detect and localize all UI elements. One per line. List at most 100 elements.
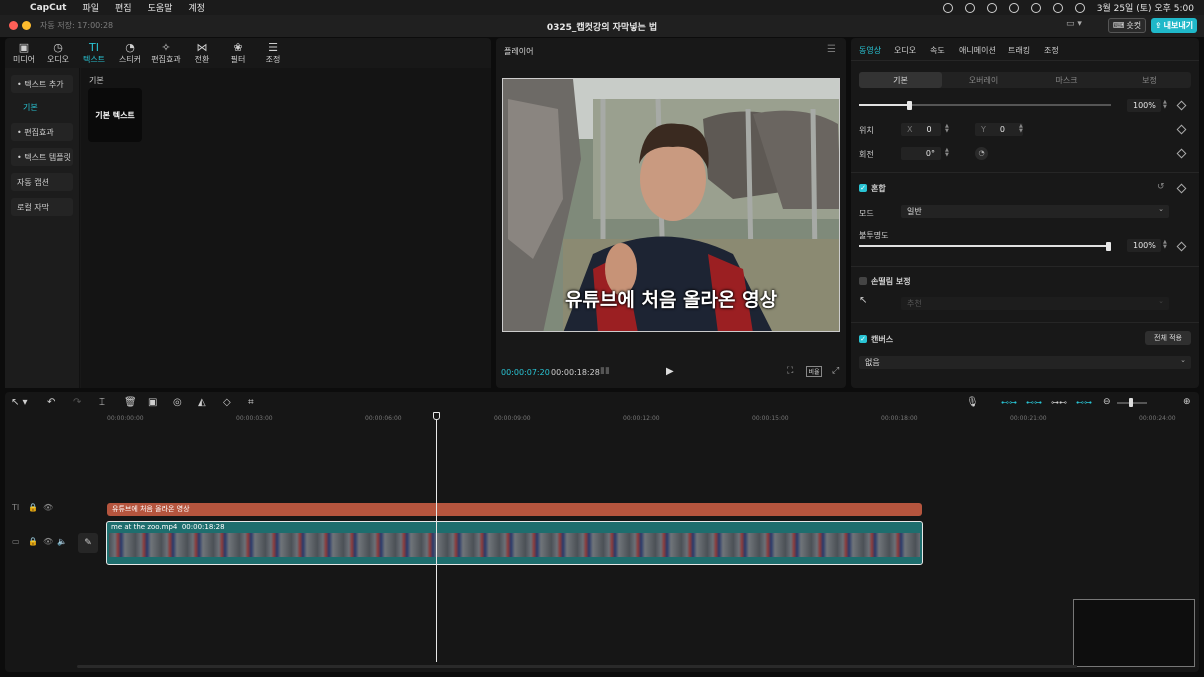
sidebar-item-add-text[interactable]: • 텍스트 추가 (11, 75, 73, 93)
tab-video[interactable]: 동영상 (859, 45, 881, 56)
reset-icon[interactable]: ↺ (1157, 182, 1165, 192)
auto-snap-icon[interactable]: ⊷⊶ (1026, 398, 1042, 407)
video-clip[interactable]: me at the zoo.mp4 00:00:18:28 (106, 521, 923, 565)
link-icon[interactable]: ⊶⊷ (1051, 398, 1067, 407)
rotation-stepper[interactable]: ▲ ▼ (945, 148, 949, 158)
canvas-select[interactable]: 없음 ⌄ (859, 356, 1191, 369)
tab-filter[interactable]: ❀ 필터 (221, 41, 255, 65)
opacity-value-field[interactable]: 100% (1127, 239, 1161, 252)
eye-icon[interactable]: 👁 (43, 537, 53, 546)
opacity-slider-handle[interactable] (1106, 242, 1111, 251)
timeline-scrollbar[interactable] (77, 665, 1077, 668)
playhead-handle[interactable] (433, 412, 440, 420)
menu-help[interactable]: 도움말 (148, 1, 173, 14)
scale-keyframe-icon[interactable] (1176, 100, 1187, 111)
edit-cover-button[interactable]: ✎ (78, 533, 98, 553)
eye-icon[interactable]: 👁 (43, 503, 53, 512)
position-keyframe-icon[interactable] (1176, 124, 1187, 135)
split-icon[interactable]: ⌶ (99, 397, 105, 408)
snapshot-icon[interactable]: ⛶ (787, 366, 793, 376)
redo-icon[interactable]: ↷ (73, 397, 81, 408)
reverse-icon[interactable]: ◎ (173, 397, 182, 408)
shortcut-button[interactable]: ⌨ 숏컷 (1108, 18, 1146, 33)
rotate-icon[interactable]: ◇ (223, 397, 231, 408)
shield-icon[interactable] (986, 2, 997, 13)
sidebar-item-auto-caption[interactable]: 자동 캡션 (11, 173, 73, 191)
blend-keyframe-icon[interactable] (1176, 183, 1187, 194)
stabilize-level-select[interactable]: 추천 ⌄ (901, 297, 1169, 310)
record-icon[interactable] (942, 2, 953, 13)
menu-account[interactable]: 계정 (188, 1, 205, 14)
timeline-ruler[interactable]: 00:00:00:00 00:00:03:00 00:00:06:00 00:0… (77, 412, 1199, 426)
default-text-card[interactable]: 기본 텍스트 (88, 88, 142, 142)
lock-icon[interactable]: 🔒 (28, 503, 38, 512)
tab-effects[interactable]: ✧ 편집효과 (149, 41, 183, 65)
freeze-icon[interactable]: ▣ (148, 397, 157, 408)
microphone-icon[interactable]: 🎙 (966, 397, 979, 408)
subtab-basic[interactable]: 기본 (859, 72, 942, 88)
position-x-field[interactable]: X 0 (901, 123, 941, 136)
blend-mode-select[interactable]: 일반 ⌄ (901, 205, 1169, 218)
tab-inspector-adjust[interactable]: 조정 (1044, 45, 1059, 56)
export-button[interactable]: ⇪ 내보내기 (1151, 18, 1197, 33)
tab-speed[interactable]: 속도 (930, 45, 945, 56)
tab-sticker[interactable]: ◔ 스티커 (113, 41, 147, 65)
tab-tracking[interactable]: 트래킹 (1008, 45, 1030, 56)
aspect-ratio-button[interactable]: 비율 (806, 366, 822, 377)
speaker-icon[interactable]: 🔈 (57, 537, 67, 546)
canvas-checkbox[interactable]: ✓ (859, 335, 867, 343)
menu-icon[interactable]: ☰ (827, 44, 836, 55)
rotation-field[interactable]: 0° (901, 147, 941, 160)
sidebar-item-templates[interactable]: • 텍스트 템플릿 (11, 148, 73, 166)
select-tool-icon[interactable]: ↖ ▾ (11, 397, 28, 408)
playhead-line[interactable] (436, 412, 437, 662)
tab-transition[interactable]: ⋈ 전환 (185, 41, 219, 65)
rotation-dial-icon[interactable]: ◔ (975, 147, 988, 160)
sidebar-item-effects[interactable]: • 편집효과 (11, 123, 73, 141)
undo-icon[interactable]: ↶ (47, 397, 55, 408)
subtitle-caption[interactable]: 유튜브에 처음 올라온 영상 (503, 285, 839, 312)
zoom-in-icon[interactable]: ⊕ (1183, 397, 1191, 407)
crop-icon[interactable]: ⌗ (248, 397, 254, 408)
lock-icon[interactable]: 🔒 (28, 537, 38, 546)
text-clip[interactable]: 유튜브에 처음 올라온 영상 (107, 503, 922, 516)
position-x-stepper[interactable]: ▲ ▼ (945, 124, 949, 134)
apply-all-button[interactable]: 전체 적용 (1145, 331, 1191, 345)
timeline-minimap[interactable] (1073, 599, 1195, 667)
zoom-slider-handle[interactable] (1129, 398, 1133, 407)
tab-animation[interactable]: 애니메이션 (959, 45, 996, 56)
mirror-icon[interactable]: ◭ (198, 397, 206, 408)
play-icon[interactable]: ▶ (666, 366, 674, 377)
video-preview[interactable]: 유튜브에 처음 올라온 영상 (502, 78, 840, 332)
tab-media[interactable]: ▣ 미디어 (7, 41, 41, 65)
opacity-stepper[interactable]: ▲ ▼ (1163, 240, 1167, 250)
sync-icon[interactable] (964, 2, 975, 13)
sidebar-item-local-subtitle[interactable]: 로컬 자막 (11, 198, 73, 216)
app-menu[interactable]: CapCut (30, 3, 66, 13)
sidebar-item-basic[interactable]: 기본 (11, 98, 73, 116)
tab-audio[interactable]: ◷ 오디오 (41, 41, 75, 65)
scale-stepper[interactable]: ▲ ▼ (1163, 100, 1167, 110)
tab-inspector-audio[interactable]: 오디오 (894, 45, 916, 56)
menu-file[interactable]: 파일 (82, 1, 99, 14)
fullscreen-icon[interactable]: ⤢ (832, 366, 839, 376)
bluetooth-icon[interactable] (1052, 2, 1063, 13)
stabilize-checkbox[interactable] (859, 277, 867, 285)
tab-text[interactable]: TI 텍스트 (77, 41, 111, 65)
wifi-icon[interactable] (1008, 2, 1019, 13)
subtab-overlay[interactable]: 오버레이 (942, 72, 1025, 88)
preview-axis-icon[interactable]: ⊷⊶ (1076, 398, 1092, 407)
scale-slider-handle[interactable] (907, 101, 912, 110)
blend-checkbox[interactable]: ✓ (859, 184, 867, 192)
layout-icon[interactable]: ▭ ▾ (1066, 19, 1092, 32)
menu-edit[interactable]: 편집 (115, 1, 132, 14)
main-track-magnet-icon[interactable]: ⊷⊶ (1001, 398, 1017, 407)
search-icon[interactable] (1074, 2, 1085, 13)
volume-icon[interactable] (1030, 2, 1041, 13)
tab-adjust[interactable]: ☰ 조정 (256, 41, 290, 65)
subtab-mask[interactable]: 마스크 (1025, 72, 1108, 88)
position-y-field[interactable]: Y 0 (975, 123, 1023, 136)
zoom-out-icon[interactable]: ⊖ (1103, 397, 1111, 407)
rotation-keyframe-icon[interactable] (1176, 148, 1187, 159)
opacity-keyframe-icon[interactable] (1176, 241, 1187, 252)
